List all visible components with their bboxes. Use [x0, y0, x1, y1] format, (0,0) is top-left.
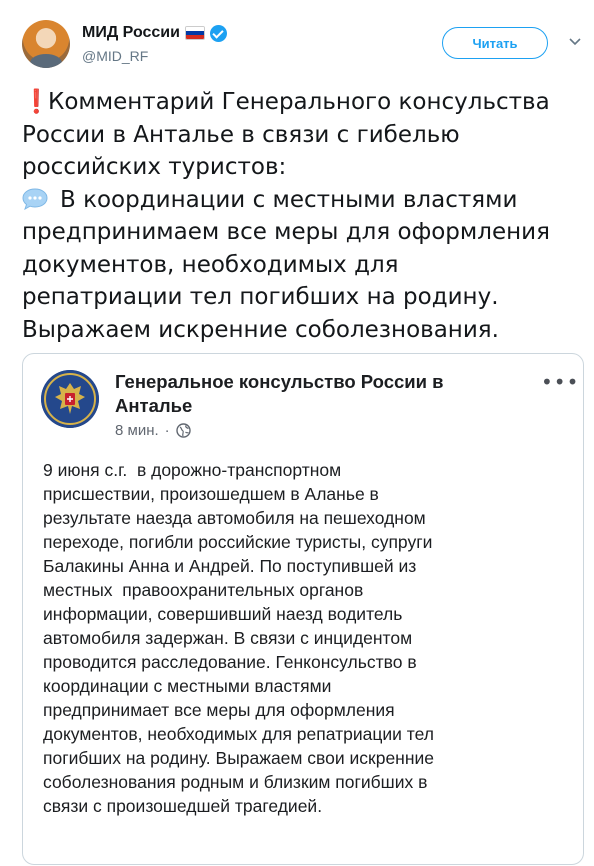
post-line: координации с местными властями	[43, 676, 332, 696]
post-line: информации, совершивший наезд водитель	[43, 604, 403, 624]
more-options-icon[interactable]: •••	[541, 372, 579, 392]
tweet-line: российских туристов:	[22, 154, 287, 180]
post-line: документов, необходимых для репатриации …	[43, 724, 434, 744]
post-line: переходе, погибли российские туристы, су…	[43, 532, 433, 552]
display-name[interactable]: МИД России	[82, 24, 180, 42]
post-line: местных правоохранительных органов	[43, 580, 364, 600]
tweet-line: репатриации тел погибших на родину.	[22, 284, 499, 310]
post-line: предпринимает все меры для оформления	[43, 700, 395, 720]
tweet-line: России в Анталье в связи с гибелью	[22, 121, 460, 148]
exclamation-icon: ❗	[22, 89, 51, 115]
avatar[interactable]	[22, 20, 70, 68]
post-line: автомобиля задержан. В связи с инциденто…	[43, 628, 413, 648]
post-line: соболезнования родным и близким погибших…	[43, 772, 428, 792]
tweet-line: Выражаем искренние соболезнования.	[22, 316, 499, 343]
verified-badge-icon	[209, 24, 227, 42]
post-line: результате наезда автомобиля на пешеходн…	[43, 508, 426, 528]
tweet-line: В координации с местными властями	[22, 184, 582, 217]
user-name-row: МИД России	[82, 24, 227, 42]
tweet-header: МИД России @MID_RF Читать	[22, 20, 582, 72]
follow-button[interactable]: Читать	[442, 27, 548, 59]
post-body: 9 июня с.г. в дорожно-транспортном присш…	[43, 458, 573, 818]
post-line: проводится расследование. Генконсульство…	[43, 652, 417, 672]
consulate-emblem-icon[interactable]	[41, 370, 99, 428]
globe-icon	[175, 423, 191, 438]
chevron-down-icon[interactable]	[568, 34, 582, 48]
post-author-name[interactable]: Генеральное консульство России в Анталье	[115, 370, 505, 418]
tweet-text: ❗Комментарий Генерального консульства Ро…	[22, 86, 582, 346]
post-line: 9 июня с.г. в дорожно-транспортном	[43, 460, 342, 480]
post-line: Балакины Анна и Андрей. По поступившей и…	[43, 556, 417, 576]
speech-bubble-icon	[22, 187, 48, 210]
embedded-post-card[interactable]: Генеральное консульство России в Анталье…	[22, 353, 584, 865]
post-time[interactable]: 8 мин.	[115, 422, 159, 439]
meta-separator: ·	[164, 422, 170, 439]
tweet-line: документов, необходимых для	[22, 251, 399, 278]
russia-flag-icon	[184, 26, 205, 40]
tweet-line: предпринимаем все меры для оформления	[22, 219, 550, 245]
post-line: присшествии, произошедшем в Аланье в	[43, 484, 379, 504]
user-handle[interactable]: @MID_RF	[82, 48, 148, 64]
post-line: связи с произошедшей трагедией.	[43, 796, 323, 816]
tweet-line: ❗Комментарий Генерального консульства	[22, 86, 582, 119]
post-meta: 8 мин. ·	[115, 422, 191, 439]
post-line: погибших на родину. Выражаем свои искрен…	[43, 748, 435, 768]
